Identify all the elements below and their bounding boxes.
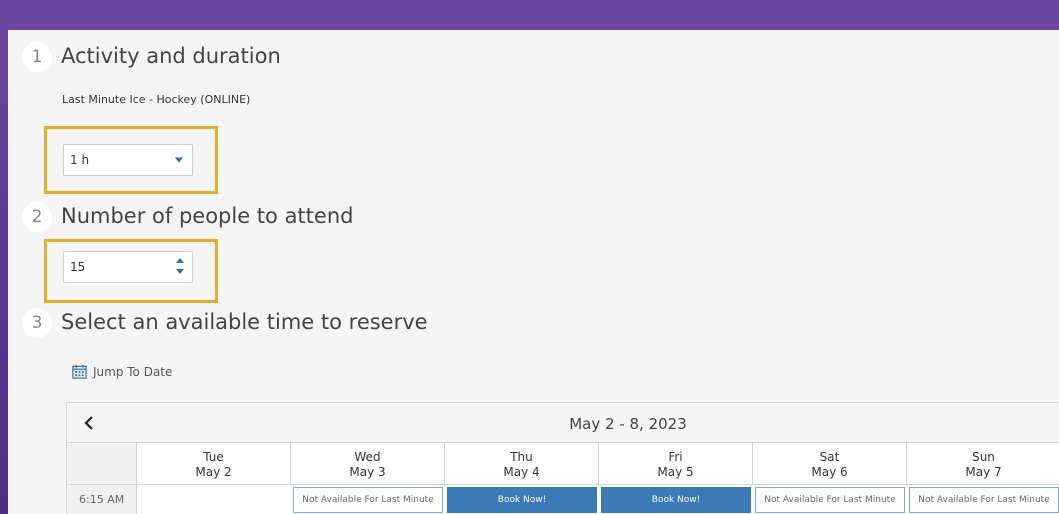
day-header: Sun May 7 <box>907 443 1059 484</box>
jump-to-date-link[interactable]: Jump To Date <box>72 364 172 379</box>
day-weekday: Tue <box>203 450 224 464</box>
book-now-button[interactable]: Book Now! <box>447 487 597 513</box>
empty-slot <box>139 487 289 513</box>
jump-to-date-label: Jump To Date <box>93 364 173 379</box>
day-header: Sat May 6 <box>753 443 907 484</box>
stepper-arrows[interactable] <box>175 256 185 278</box>
activity-name: Last Minute Ice - Hockey (ONLINE) <box>62 93 251 106</box>
step-2-number: 2 <box>22 202 52 232</box>
time-column-header <box>67 443 137 484</box>
chevron-down-icon <box>175 157 183 163</box>
unavailable-slot: Not Available For Last Minute <box>909 487 1059 513</box>
day-header: Tue May 2 <box>137 443 291 484</box>
step-2-title: Number of people to attend <box>61 204 354 228</box>
decrement-icon[interactable] <box>176 269 184 274</box>
day-weekday: Fri <box>668 450 683 464</box>
book-now-button[interactable]: Book Now! <box>601 487 751 513</box>
increment-icon[interactable] <box>176 258 184 263</box>
week-range-label: May 2 - 8, 2023 <box>569 415 687 433</box>
duration-select[interactable]: 1 h <box>63 144 193 176</box>
calendar-header: May 2 - 8, 2023 <box>67 403 1059 443</box>
day-weekday: Sun <box>972 450 995 464</box>
reservation-panel: 1 Activity and duration Last Minute Ice … <box>8 30 1059 514</box>
day-header: Wed May 3 <box>291 443 445 484</box>
day-date: May 2 <box>195 465 232 479</box>
time-label: 6:15 AM <box>67 485 137 514</box>
day-date: May 4 <box>503 465 540 479</box>
day-weekday: Thu <box>510 450 533 464</box>
day-date: May 5 <box>657 465 694 479</box>
day-weekday: Wed <box>354 450 381 464</box>
day-header: Fri May 5 <box>599 443 753 484</box>
people-stepper[interactable]: 15 <box>63 251 193 283</box>
availability-calendar: May 2 - 8, 2023 Tue May 2 Wed May 3 Thu … <box>66 402 1059 514</box>
day-date: May 3 <box>349 465 386 479</box>
day-weekday: Sat <box>819 450 840 464</box>
step-1-number: 1 <box>22 42 52 72</box>
day-header-row: Tue May 2 Wed May 3 Thu May 4 Fri May 5 … <box>67 443 1059 485</box>
day-date: May 7 <box>965 465 1002 479</box>
step-3-title: Select an available time to reserve <box>61 310 428 334</box>
time-slot-row: 6:15 AM Not Available For Last Minute Bo… <box>67 485 1059 514</box>
step-1-title: Activity and duration <box>61 44 281 68</box>
day-date: May 6 <box>811 465 848 479</box>
calendar-icon <box>72 364 87 379</box>
unavailable-slot: Not Available For Last Minute <box>293 487 443 513</box>
duration-value: 1 h <box>70 153 90 167</box>
day-header: Thu May 4 <box>445 443 599 484</box>
step-3-number: 3 <box>22 308 52 338</box>
people-value: 15 <box>70 260 86 274</box>
unavailable-slot: Not Available For Last Minute <box>755 487 905 513</box>
